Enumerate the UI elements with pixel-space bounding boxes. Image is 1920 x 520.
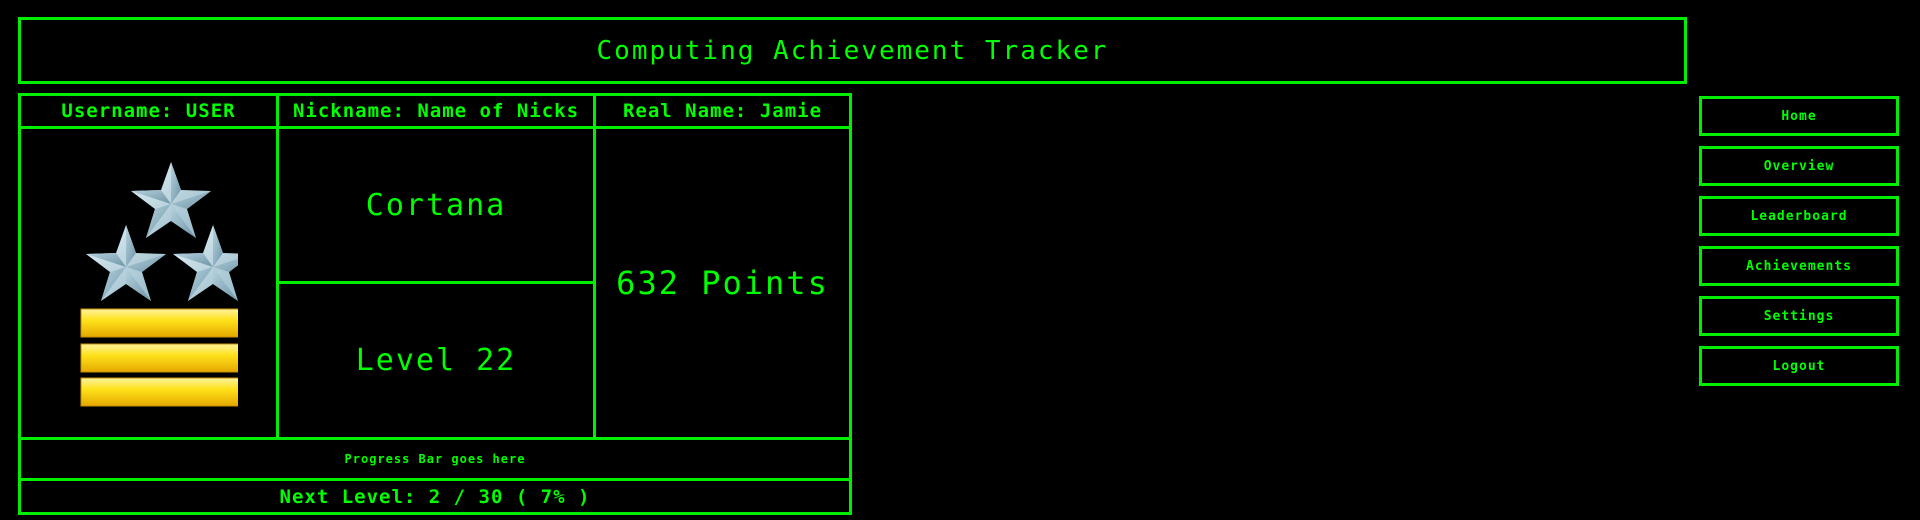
nav-menu: Home Overview Leaderboard Achievements S…: [1699, 96, 1899, 396]
nickname-label: Nickname: Name of Nicks: [292, 100, 580, 122]
nickname-value: Cortana: [365, 187, 507, 223]
nav-leaderboard-button[interactable]: Leaderboard: [1699, 196, 1899, 236]
username-label: Username: USER: [61, 100, 236, 122]
page-title: Computing Achievement Tracker: [596, 35, 1109, 66]
profile-card: Username: USER Nickname: Name of Nicks R…: [18, 93, 852, 515]
page-title-box: Computing Achievement Tracker: [18, 17, 1687, 84]
progress-bar-placeholder: Progress Bar goes here: [344, 452, 526, 466]
nav-settings-button[interactable]: Settings: [1699, 296, 1899, 336]
rank-insignia-icon: [80, 162, 238, 407]
realname-label: Real Name: Jamie: [622, 100, 823, 122]
nav-achievements-button[interactable]: Achievements: [1699, 246, 1899, 286]
next-level-text: Next Level: 2 / 30 ( 7% ): [279, 485, 591, 508]
points-value: 632 Points: [616, 264, 829, 302]
level-value: Level 22: [355, 343, 517, 378]
nav-home-button[interactable]: Home: [1699, 96, 1899, 136]
nav-logout-button[interactable]: Logout: [1699, 346, 1899, 386]
nav-overview-button[interactable]: Overview: [1699, 146, 1899, 186]
